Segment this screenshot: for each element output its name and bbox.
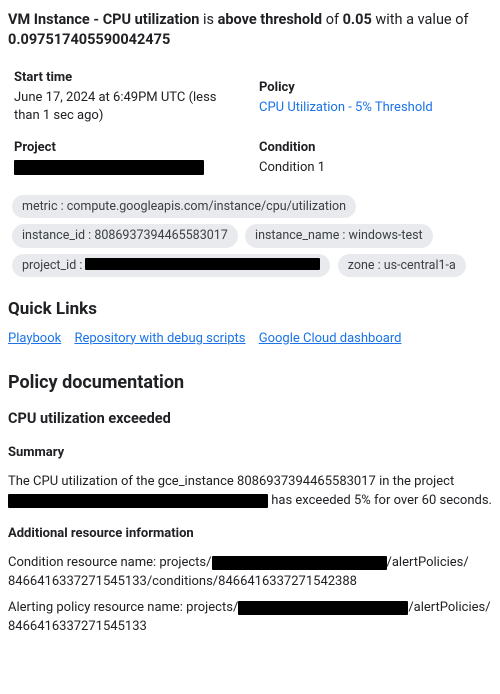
condition-value: Condition 1 — [259, 159, 486, 177]
condition-label: Condition — [259, 139, 486, 157]
summary-heading: Summary — [8, 444, 492, 462]
policy-label: Policy — [259, 79, 486, 97]
doc-subheading: CPU utilization exceeded — [8, 409, 492, 429]
project-redacted — [14, 160, 204, 175]
meta-grid: Start time June 17, 2024 at 6:49PM UTC (… — [8, 69, 492, 178]
quick-links: Playbook Repository with debug scripts G… — [8, 330, 492, 348]
summary-project-redacted — [8, 494, 268, 508]
repo-link[interactable]: Repository with debug scripts — [74, 331, 245, 346]
label-chips: metric : compute.googleapis.com/instance… — [8, 192, 492, 281]
policy-resource: Alerting policy resource name: projects/… — [8, 598, 492, 637]
chip-project-id: project_id : — [12, 254, 330, 278]
project-id-redacted — [85, 258, 320, 270]
condition-resource: Condition resource name: projects//alert… — [8, 553, 492, 592]
chip-zone: zone : us-central1-a — [338, 254, 466, 278]
meta-start: Start time June 17, 2024 at 6:49PM UTC (… — [14, 69, 241, 126]
policy-doc-heading: Policy documentation — [8, 370, 492, 395]
headline-resource: VM Instance - CPU utilization — [8, 11, 199, 28]
chip-instance-id: instance_id : 8086937394465583017 — [12, 224, 238, 248]
dashboard-link[interactable]: Google Cloud dashboard — [259, 331, 402, 346]
headline-state: above threshold — [218, 11, 322, 28]
meta-policy: Policy CPU Utilization - 5% Threshold — [259, 69, 486, 126]
playbook-link[interactable]: Playbook — [8, 331, 61, 346]
additional-info-heading: Additional resource information — [8, 525, 492, 543]
headline-threshold: 0.05 — [343, 11, 372, 28]
cond-project-redacted — [212, 556, 387, 570]
meta-project: Project — [14, 139, 241, 177]
meta-condition: Condition Condition 1 — [259, 139, 486, 177]
start-time-value: June 17, 2024 at 6:49PM UTC (less than 1… — [14, 89, 241, 125]
start-time-label: Start time — [14, 69, 241, 87]
headline-value: 0.097517405590042475 — [8, 31, 170, 48]
summary-text: The CPU utilization of the gce_instance … — [8, 472, 492, 511]
alert-headline: VM Instance - CPU utilization is above t… — [8, 10, 492, 51]
chip-instance-name: instance_name : windows-test — [245, 224, 433, 248]
quick-links-heading: Quick Links — [8, 298, 492, 322]
policy-link[interactable]: CPU Utilization - 5% Threshold — [259, 100, 433, 115]
pol-project-redacted — [238, 601, 408, 615]
chip-metric: metric : compute.googleapis.com/instance… — [12, 195, 356, 219]
project-label: Project — [14, 139, 241, 157]
